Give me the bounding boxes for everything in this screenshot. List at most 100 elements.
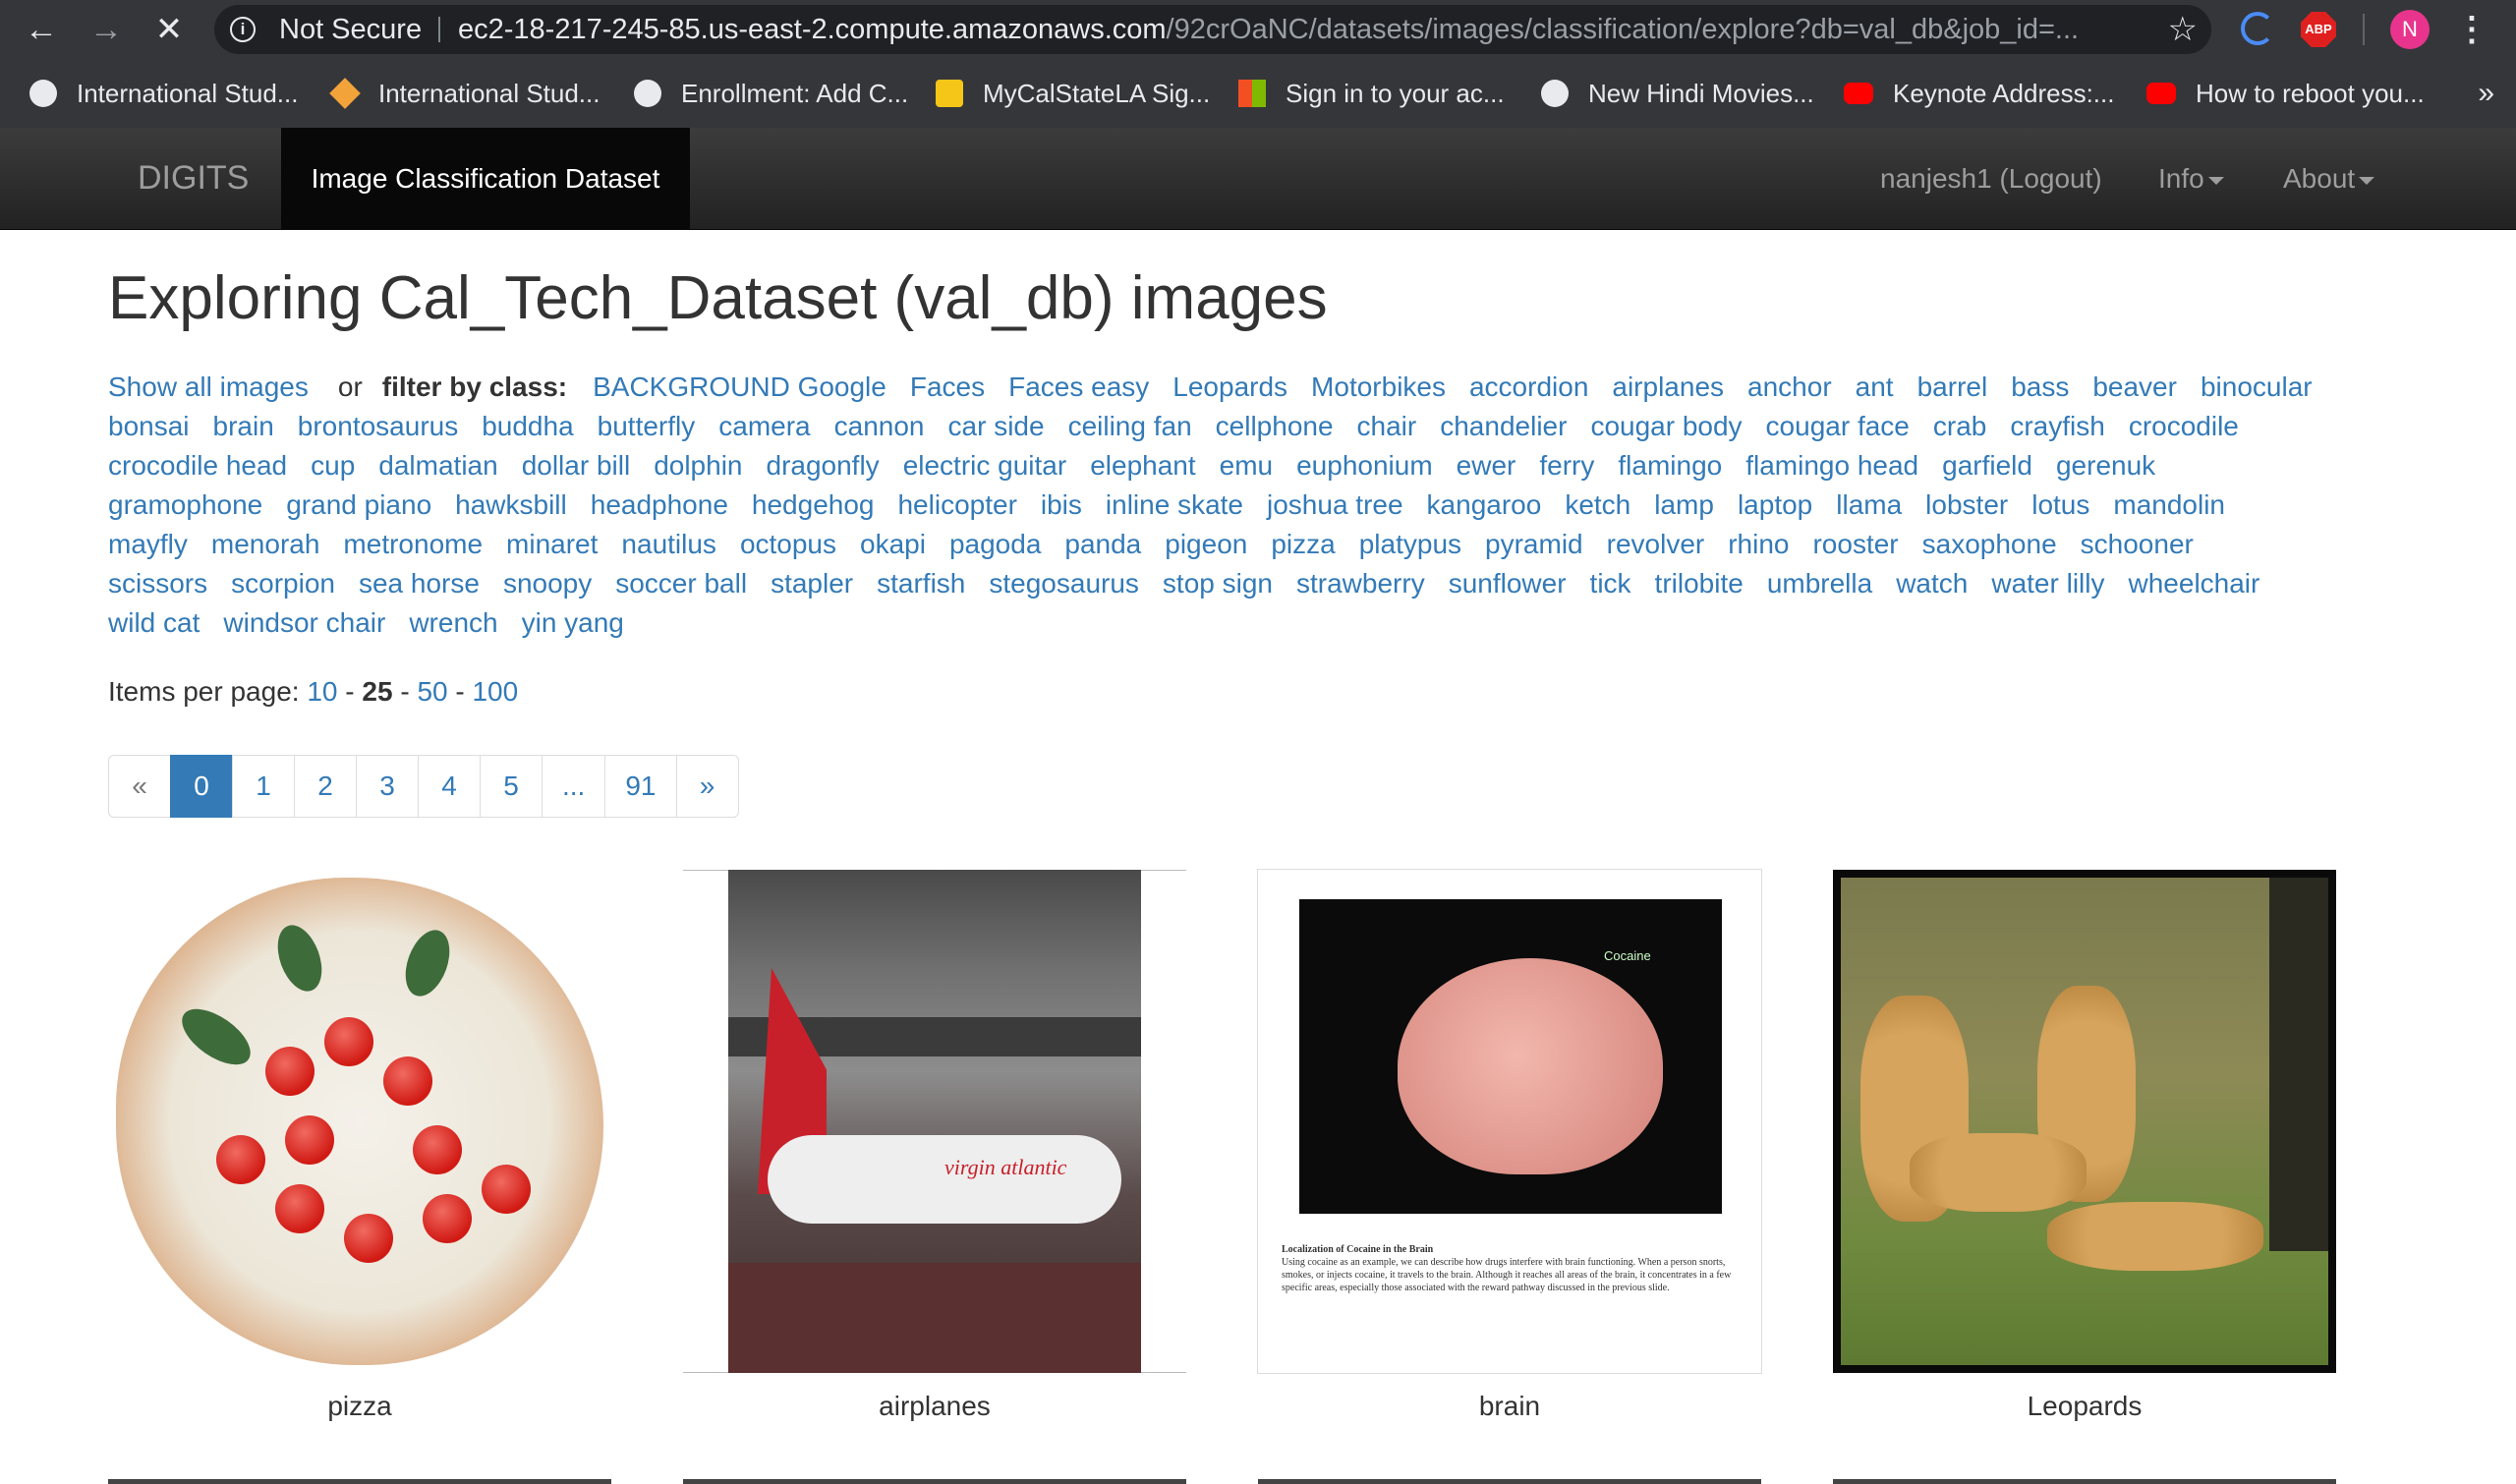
page-link[interactable]: 4 xyxy=(418,755,481,818)
show-all-link[interactable]: Show all images xyxy=(108,371,309,402)
class-link[interactable]: electric guitar xyxy=(903,450,1067,481)
class-link[interactable]: dalmatian xyxy=(378,450,497,481)
nav-active-dataset[interactable]: Image Classification Dataset xyxy=(281,128,690,229)
class-link[interactable]: lamp xyxy=(1654,489,1714,520)
class-link[interactable]: wrench xyxy=(409,607,497,638)
page-link[interactable]: 1 xyxy=(232,755,295,818)
class-link[interactable]: flamingo head xyxy=(1745,450,1918,481)
class-link[interactable]: stop sign xyxy=(1163,568,1273,599)
class-link[interactable]: dragonfly xyxy=(767,450,880,481)
class-link[interactable]: helicopter xyxy=(897,489,1016,520)
class-link[interactable]: yin yang xyxy=(522,607,624,638)
class-link[interactable]: bonsai xyxy=(108,411,190,441)
class-link[interactable]: schooner xyxy=(2081,529,2194,559)
class-link[interactable]: tick xyxy=(1590,568,1631,599)
bookmark-item[interactable]: How to reboot you... xyxy=(2146,59,2425,128)
class-link[interactable]: brontosaurus xyxy=(298,411,458,441)
class-link[interactable]: barrel xyxy=(1917,371,1988,402)
back-arrow-icon[interactable]: ← xyxy=(20,8,63,51)
class-link[interactable]: binocular xyxy=(2201,371,2313,402)
bookmark-item[interactable]: Keynote Address:... xyxy=(1844,59,2114,128)
class-link[interactable]: BACKGROUND Google xyxy=(593,371,886,402)
image-thumbnail[interactable] xyxy=(1833,870,2336,1373)
class-link[interactable]: watch xyxy=(1896,568,1968,599)
class-link[interactable]: kangaroo xyxy=(1427,489,1542,520)
bookmarks-overflow-icon[interactable]: » xyxy=(2478,59,2494,128)
class-link[interactable]: lotus xyxy=(2031,489,2089,520)
class-link[interactable]: cup xyxy=(311,450,355,481)
bookmark-item[interactable]: Sign in to your ac... xyxy=(1238,59,1505,128)
info-dropdown[interactable]: Info xyxy=(2158,128,2224,229)
class-link[interactable]: soccer ball xyxy=(615,568,747,599)
stop-loading-icon[interactable]: ✕ xyxy=(147,8,191,51)
class-link[interactable]: joshua tree xyxy=(1267,489,1403,520)
class-link[interactable]: stapler xyxy=(771,568,853,599)
class-link[interactable]: panda xyxy=(1064,529,1141,559)
class-link[interactable]: bass xyxy=(2011,371,2069,402)
per-page-option[interactable]: 10 xyxy=(307,676,337,707)
security-label[interactable]: Not Secure xyxy=(279,5,422,54)
class-link[interactable]: wild cat xyxy=(108,607,200,638)
class-link[interactable]: brain xyxy=(213,411,274,441)
class-link[interactable]: flamingo xyxy=(1618,450,1722,481)
sync-extension-icon[interactable] xyxy=(2241,12,2274,45)
class-link[interactable]: crayfish xyxy=(2010,411,2104,441)
class-link[interactable]: menorah xyxy=(211,529,320,559)
class-link[interactable]: buddha xyxy=(482,411,573,441)
class-link[interactable]: ceiling fan xyxy=(1068,411,1192,441)
class-link[interactable]: lobster xyxy=(1925,489,2008,520)
class-link[interactable]: cannon xyxy=(834,411,925,441)
page-link[interactable]: 0 xyxy=(170,755,233,818)
class-link[interactable]: chandelier xyxy=(1440,411,1567,441)
class-link[interactable]: pigeon xyxy=(1165,529,1247,559)
class-link[interactable]: camera xyxy=(718,411,810,441)
image-thumbnail[interactable]: Cocaine Localization of Cocaine in the B… xyxy=(1258,870,1761,1373)
class-link[interactable]: okapi xyxy=(860,529,926,559)
class-link[interactable]: chair xyxy=(1357,411,1417,441)
class-link[interactable]: pagoda xyxy=(949,529,1041,559)
previous-page-button[interactable]: « xyxy=(108,755,171,818)
class-link[interactable]: llama xyxy=(1836,489,1902,520)
class-link[interactable]: dollar bill xyxy=(522,450,631,481)
class-link[interactable]: ferry xyxy=(1539,450,1594,481)
class-link[interactable]: hedgehog xyxy=(752,489,875,520)
class-link[interactable]: windsor chair xyxy=(223,607,385,638)
class-link[interactable]: minaret xyxy=(506,529,598,559)
class-link[interactable]: ewer xyxy=(1457,450,1516,481)
class-link[interactable]: trilobite xyxy=(1655,568,1744,599)
class-link[interactable]: cougar face xyxy=(1766,411,1910,441)
class-link[interactable]: grand piano xyxy=(286,489,431,520)
class-link[interactable]: mayfly xyxy=(108,529,188,559)
class-link[interactable]: euphonium xyxy=(1296,450,1433,481)
address-bar[interactable]: i Not Secure ec2-18-217-245-85.us-east-2… xyxy=(214,5,2211,54)
bookmark-item[interactable]: International Stud... xyxy=(329,59,600,128)
class-link[interactable]: saxophone xyxy=(1922,529,2057,559)
per-page-option[interactable]: 50 xyxy=(417,676,447,707)
page-link[interactable]: 5 xyxy=(480,755,543,818)
class-link[interactable]: gerenuk xyxy=(2056,450,2155,481)
class-link[interactable]: nautilus xyxy=(621,529,716,559)
class-link[interactable]: headphone xyxy=(591,489,728,520)
class-link[interactable]: umbrella xyxy=(1767,568,1872,599)
bookmark-item[interactable]: Enrollment: Add C... xyxy=(634,59,908,128)
class-link[interactable]: ketch xyxy=(1565,489,1630,520)
class-link[interactable]: Faces xyxy=(910,371,985,402)
class-link[interactable]: crocodile xyxy=(2129,411,2239,441)
class-link[interactable]: snoopy xyxy=(503,568,592,599)
about-dropdown[interactable]: About xyxy=(2283,128,2375,229)
class-link[interactable]: inline skate xyxy=(1106,489,1243,520)
url-text[interactable]: ec2-18-217-245-85.us-east-2.compute.amaz… xyxy=(458,5,2079,54)
class-link[interactable]: emu xyxy=(1220,450,1273,481)
page-link[interactable]: 91 xyxy=(604,755,677,818)
forward-arrow-icon[interactable]: → xyxy=(85,8,128,51)
class-link[interactable]: beaver xyxy=(2092,371,2177,402)
class-link[interactable]: rooster xyxy=(1812,529,1898,559)
class-link[interactable]: scissors xyxy=(108,568,207,599)
class-link[interactable]: cougar body xyxy=(1590,411,1742,441)
class-link[interactable]: mandolin xyxy=(2113,489,2225,520)
class-link[interactable]: pyramid xyxy=(1485,529,1583,559)
logout-link[interactable]: nanjesh1 (Logout) xyxy=(1880,128,2102,229)
bookmark-item[interactable]: New Hindi Movies... xyxy=(1541,59,1814,128)
bookmark-item[interactable]: MyCalStateLA Sig... xyxy=(936,59,1210,128)
class-link[interactable]: anchor xyxy=(1747,371,1832,402)
